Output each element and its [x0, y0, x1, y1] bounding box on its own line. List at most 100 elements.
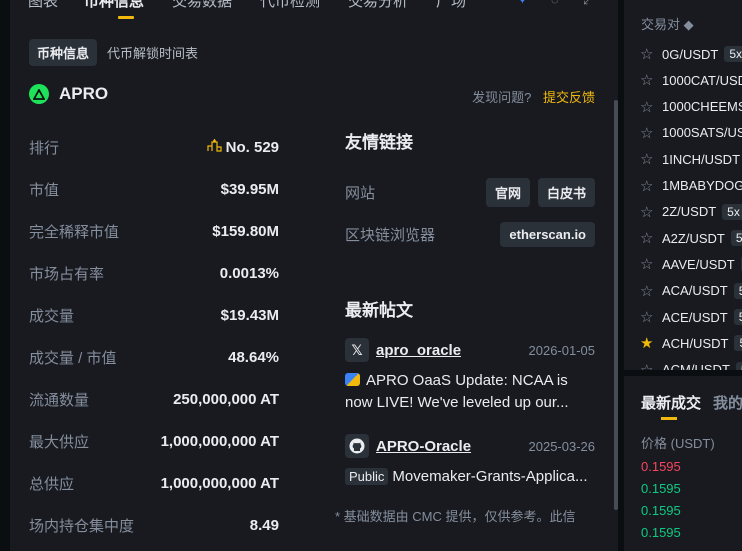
leverage-badge: 5x — [735, 361, 742, 370]
pair-row[interactable]: ★ ACH/USDT 5x — [640, 333, 742, 353]
leverage-badge: 5x — [734, 335, 742, 352]
stat-label: 完全稀释市值 — [29, 223, 120, 241]
post-header: APRO-Oracle 2025-03-26 — [345, 434, 595, 458]
star-icon[interactable]: ☆ — [640, 71, 656, 89]
star-icon[interactable]: ☆ — [640, 229, 656, 247]
tab-latest-trades[interactable]: 最新成交 — [641, 395, 701, 412]
tab-chart[interactable]: 图表 — [28, 0, 58, 11]
tab-square[interactable]: 广场 — [436, 0, 466, 11]
stat-label: 流通数量 — [29, 391, 90, 409]
leverage-badge: 5x — [722, 203, 742, 220]
pair-name: AAVE/USDT — [662, 256, 735, 272]
subtab-unlock-schedule[interactable]: 代币解锁时间表 — [99, 39, 206, 66]
stat-volume-mcap: 成交量 / 市值 48.64% — [29, 336, 279, 378]
stat-value-wrap: No. 529 — [207, 138, 279, 156]
pair-row[interactable]: ☆ A2Z/USDT 5x — [640, 228, 742, 248]
latest-trades-panel: 最新成交 我的 价格 (USDT) 0.1595 0.1595 0.1595 0.159… — [624, 376, 742, 551]
star-icon[interactable]: ☆ — [640, 282, 656, 300]
stat-value: 1,000,000,000 AT — [160, 474, 279, 492]
pair-name: 0G/USDT — [662, 46, 719, 62]
stat-value: $39.95M — [220, 180, 279, 198]
post-author-link[interactable]: APRO-Oracle — [376, 438, 471, 455]
post-author-link[interactable]: apro_oracle — [376, 342, 461, 359]
pair-name: 2Z/USDT — [662, 204, 717, 220]
ai-icon[interactable]: ✦ — [517, 0, 531, 7]
stat-max-supply: 最大供应 1,000,000,000 AT — [29, 420, 279, 462]
stat-total-supply: 总供应 1,000,000,000 AT — [29, 462, 279, 504]
pair-name: 1000CHEEMS — [662, 99, 742, 115]
leverage-badge: 5x — [733, 282, 742, 299]
pair-row[interactable]: ☆ 1000CAT/USDT — [640, 70, 742, 90]
etherscan-button[interactable]: etherscan.io — [500, 222, 595, 247]
tab-trading-analysis[interactable]: 交易分析 — [348, 0, 408, 11]
star-icon[interactable]: ☆ — [640, 150, 656, 168]
post-date: 2026-01-05 — [528, 342, 596, 358]
stat-fdv: 完全稀释市值 $159.80M — [29, 210, 279, 252]
star-icon[interactable]: ☆ — [640, 308, 656, 326]
star-icon[interactable]: ☆ — [640, 45, 656, 63]
stat-value: 48.64% — [228, 348, 279, 366]
whitepaper-button[interactable]: 白皮书 — [537, 178, 595, 207]
pair-row[interactable]: ☆AAVE/USDT5x — [640, 254, 742, 274]
trade-price: 0.1595 — [641, 481, 681, 496]
post-text: APRO OaaS Update: NCAA is — [366, 372, 568, 389]
post-text: Movemaker-Grants-Applica... — [392, 468, 588, 485]
pair-list-panel: 交易对 ◆ ☆ 0G/USDT 5x ☆ 1000CAT/USDT ☆ 1000CHEEMS… — [624, 0, 742, 370]
stat-value: $159.80M — [212, 222, 279, 240]
scrollbar[interactable] — [614, 100, 618, 510]
submit-feedback-link[interactable]: 提交反馈 — [543, 90, 595, 105]
pair-row[interactable]: ☆ 2Z/USDT 5x — [640, 202, 742, 222]
pair-row[interactable]: ☆ 0G/USDT 5x — [640, 44, 742, 64]
star-icon[interactable]: ★ — [640, 334, 656, 352]
post-body[interactable]: APRO OaaS Update: NCAA is now LIVE! We'v… — [345, 370, 595, 414]
pair-sort-header[interactable]: 交易对 ◆ — [641, 14, 694, 33]
star-icon[interactable]: ☆ — [640, 203, 656, 221]
stat-label: 总供应 — [29, 475, 75, 493]
stat-label: 市值 — [29, 181, 60, 199]
leverage-badge: 5x — [733, 309, 742, 325]
post-text: now LIVE! We've leveled up our... — [345, 394, 569, 411]
expand-icon[interactable]: ⤢ — [583, 0, 597, 7]
pair-row[interactable]: ☆ 1000SATS/USDT — [640, 123, 742, 143]
left-edge — [0, 0, 10, 551]
pair-row[interactable]: ☆ 1MBABYDOGE — [640, 176, 742, 196]
stat-value: 8.49 — [249, 516, 279, 534]
links-title: 友情链接 — [345, 133, 413, 152]
tab-token-check[interactable]: 代币检测 — [260, 0, 320, 11]
star-icon[interactable]: ☆ — [640, 361, 656, 370]
stat-market-share: 市场占有率 0.0013% — [29, 252, 279, 294]
pair-row[interactable]: ☆ 1000CHEEMS — [640, 97, 742, 117]
tab-trading-data[interactable]: 交易数据 — [172, 0, 232, 11]
pair-row[interactable]: ☆ ACE/USDT 5x — [640, 307, 742, 327]
pair-row[interactable]: ☆ ACA/USDT 5x — [640, 281, 742, 301]
podium-icon — [207, 138, 222, 155]
star-icon[interactable]: ☆ — [640, 177, 656, 195]
stat-circulating-supply: 流通数量 250,000,000 AT — [29, 378, 279, 420]
posts-title: 最新帖文 — [345, 301, 413, 320]
pair-row[interactable]: ☆ ACM/USDT 5x — [640, 360, 742, 370]
tab-coin-info[interactable]: 币种信息 — [84, 0, 144, 11]
pair-row[interactable]: ☆1INCH/USDT5x — [640, 149, 742, 169]
coin-info-panel: 币种信息 代币解锁时间表 APRO 发现问题? 提交反馈 排行 No. 529 … — [10, 20, 618, 551]
subtab-coin-info[interactable]: 币种信息 — [29, 38, 98, 66]
pair-name: 1000CAT/USDT — [662, 72, 742, 88]
stats-list: 排行 No. 529 市值 $39.95M 完全稀释市值 $159.80M 市场… — [29, 126, 279, 546]
official-site-button[interactable]: 官网 — [485, 178, 530, 207]
post-date: 2025-03-26 — [528, 438, 596, 454]
star-icon[interactable]: ☆ — [640, 98, 656, 116]
x-icon: 𝕏 — [345, 338, 369, 362]
trades-tabs: 最新成交 我的 — [641, 392, 742, 413]
pair-name: ACM/USDT — [662, 362, 730, 370]
pair-name: 1000SATS/USDT — [662, 125, 742, 141]
stat-label: 最大供应 — [29, 433, 90, 451]
star-icon[interactable]: ☆ — [640, 255, 656, 273]
apro-logo-icon — [29, 84, 49, 104]
stat-value: 1,000,000,000 AT — [160, 432, 279, 450]
post-body[interactable]: Public Movemaker-Grants-Applica... — [345, 466, 595, 488]
leverage-badge: 5x — [730, 230, 742, 247]
bell-icon[interactable]: ◌ — [551, 0, 565, 7]
website-row: 网站 官网 白皮书 — [345, 178, 595, 207]
stat-value: No. 529 — [225, 138, 279, 156]
star-icon[interactable]: ☆ — [640, 124, 656, 142]
tab-my-trades[interactable]: 我的 — [713, 395, 742, 412]
